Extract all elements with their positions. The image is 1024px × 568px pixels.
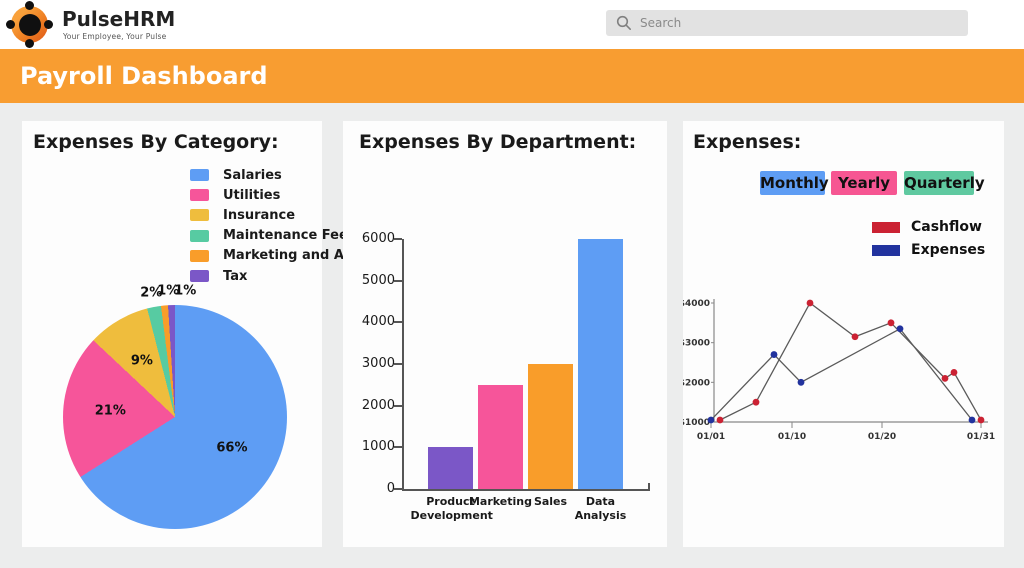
y-axis-tick-label: 3000 [353, 356, 395, 372]
y-axis-tick [394, 363, 402, 365]
legend-swatch [190, 250, 209, 262]
x-axis-category-label: Data Analysis [561, 495, 641, 523]
y-axis-tick-label: 5000 [353, 273, 395, 289]
legend-swatch [190, 189, 209, 201]
y-axis-tick-label: 0 [353, 481, 395, 497]
y-axis-tick-label: 2000 [353, 398, 395, 414]
brand-tagline: Your Employee, Your Pulse [63, 32, 166, 41]
legend-swatch [190, 230, 209, 242]
category-panel-title: Expenses By Category: [33, 131, 279, 153]
logo-core [19, 14, 41, 36]
data-point-cashflow [951, 369, 958, 376]
bar [428, 447, 473, 489]
expenses-legend-label: Expenses [911, 242, 985, 258]
y-axis-tick-label: $2000 [683, 378, 710, 388]
y-axis-tick [394, 405, 402, 407]
legend-label: Utilities [223, 188, 280, 203]
cashflow-legend-item: Cashflow [872, 220, 982, 234]
brand-name: PulseHRM [62, 7, 175, 31]
expenses-panel: Expenses: Monthly Yearly Quarterly Cashf… [683, 121, 1004, 547]
legend-swatch [190, 270, 209, 282]
legend-item: Marketing and Ads [190, 246, 361, 266]
x-axis-line [402, 489, 650, 491]
legend-swatch [190, 169, 209, 181]
expenses-by-department-panel: Expenses By Department: 0100020003000400… [343, 121, 667, 547]
data-point-cashflow [888, 319, 895, 326]
department-bar-chart: 0100020003000400050006000Product Develop… [343, 121, 667, 547]
data-point-cashflow [717, 417, 724, 424]
x-axis-tick-label: 01/20 [868, 432, 896, 442]
legend-label: Salaries [223, 168, 282, 183]
y-axis-tick-label: $4000 [683, 299, 710, 309]
pie-legend: Salaries Utilities Insurance Maintenance Fe… [190, 165, 361, 286]
data-point-expenses [798, 379, 805, 386]
data-point-expenses [897, 325, 904, 332]
legend-label: Marketing and Ads [223, 248, 361, 263]
legend-item: Salaries [190, 165, 361, 185]
x-axis-tick-label: 01/10 [778, 432, 806, 442]
search-input[interactable] [632, 10, 968, 36]
legend-label: Insurance [223, 208, 295, 223]
bar [528, 364, 573, 489]
expenses-swatch [872, 245, 900, 256]
legend-label: Maintenance Fees [223, 228, 356, 243]
y-axis-tick [394, 280, 402, 282]
data-point-cashflow [978, 417, 985, 424]
legend-label: Tax [223, 269, 247, 284]
data-point-cashflow [852, 333, 859, 340]
payroll-dashboard-app: PulseHRM Your Employee, Your Pulse Payro… [0, 0, 1024, 568]
pie-slice-label: 21% [95, 403, 126, 418]
pie-slice-label: 1% [174, 283, 196, 298]
y-axis-tick-label: $1000 [683, 418, 710, 428]
pulsehrm-logo-icon [6, 1, 53, 48]
y-axis-tick-label: $3000 [683, 339, 710, 349]
legend-item: Tax [190, 266, 361, 286]
data-point-cashflow [942, 375, 949, 382]
series-line-expenses [711, 329, 972, 420]
data-point-expenses [708, 417, 715, 424]
expenses-line-chart: $1000 $2000 $3000 $4000 01/01 01/10 01/20 01/31 [683, 281, 1004, 481]
cashflow-swatch [872, 222, 900, 233]
expenses-panel-title: Expenses: [693, 131, 801, 153]
y-axis-tick-label: 4000 [353, 314, 395, 330]
expenses-by-category-panel: Expenses By Category: Salaries Utilities I… [22, 121, 322, 547]
data-point-cashflow [753, 399, 760, 406]
expenses-legend-item: Expenses [872, 243, 985, 257]
pie-slice-label: 66% [216, 441, 247, 456]
top-header: PulseHRM Your Employee, Your Pulse [0, 0, 1024, 49]
x-axis-end-tick [648, 483, 650, 489]
page-title: Payroll Dashboard [20, 49, 268, 103]
y-axis-tick [394, 238, 402, 240]
y-axis-tick [394, 446, 402, 448]
data-point-expenses [969, 417, 976, 424]
y-axis-tick [394, 321, 402, 323]
bar [478, 385, 523, 489]
quarterly-button[interactable]: Quarterly [904, 171, 974, 195]
y-axis-tick-label: 1000 [353, 439, 395, 455]
y-axis-tick-label: 6000 [353, 231, 395, 247]
data-point-expenses [771, 351, 778, 358]
y-axis-tick [394, 488, 402, 490]
search-box[interactable] [606, 10, 968, 36]
cashflow-legend-label: Cashflow [911, 219, 982, 235]
x-axis-tick-label: 01/31 [967, 432, 995, 442]
yearly-button[interactable]: Yearly [831, 171, 897, 195]
data-point-cashflow [807, 300, 814, 307]
pie-slice-label: 9% [131, 354, 153, 369]
page-banner: Payroll Dashboard [0, 49, 1024, 103]
legend-item: Utilities [190, 185, 361, 205]
search-icon [616, 15, 632, 31]
legend-item: Insurance [190, 205, 361, 225]
legend-item: Maintenance Fees [190, 226, 361, 246]
legend-swatch [190, 209, 209, 221]
y-axis-line [402, 239, 404, 491]
bar [578, 239, 623, 489]
x-axis-tick-label: 01/01 [697, 432, 725, 442]
monthly-button[interactable]: Monthly [760, 171, 825, 195]
